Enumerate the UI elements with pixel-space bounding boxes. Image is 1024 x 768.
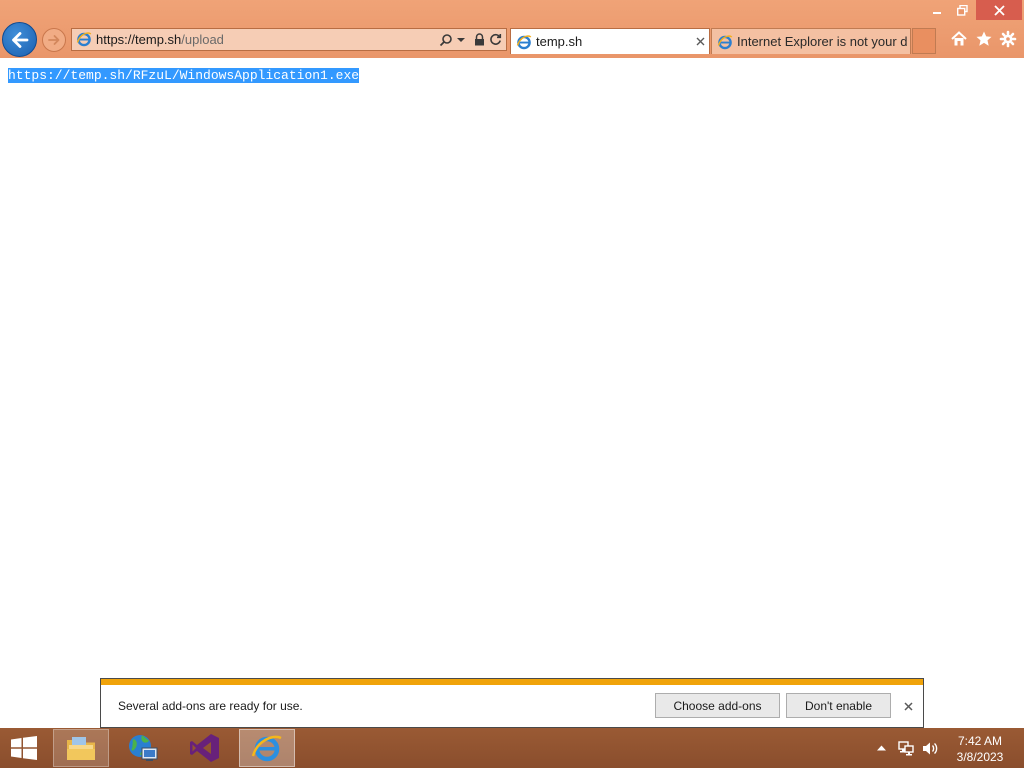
visual-studio-icon: [190, 734, 219, 762]
url-host: https://temp.sh: [96, 32, 182, 47]
dropdown-arrow-icon[interactable]: [456, 31, 466, 48]
minimize-icon: [933, 12, 941, 14]
clock-time: 7:42 AM: [957, 734, 1003, 748]
tab-temp-sh[interactable]: temp.sh: [510, 28, 710, 54]
system-clock[interactable]: 7:42 AM 3/8/2023: [945, 733, 1015, 765]
tab-title: Internet Explorer is not your de...: [737, 34, 907, 49]
tools-gear-icon[interactable]: [998, 29, 1018, 49]
selected-download-link[interactable]: https://temp.sh/RFzuL/WindowsApplication…: [8, 68, 360, 83]
notification-message: Several add-ons are ready for use.: [118, 699, 303, 713]
forward-arrow-icon: [48, 35, 60, 45]
back-arrow-icon: [11, 31, 28, 48]
address-bar[interactable]: https://temp.sh/upload: [71, 28, 507, 51]
file-explorer-taskbar-button[interactable]: [53, 729, 109, 767]
restore-icon: [956, 4, 968, 16]
windows-logo-icon: [11, 736, 37, 760]
new-tab-button[interactable]: [912, 28, 936, 54]
notification-accent-stripe: [101, 679, 923, 685]
network-taskbar-button[interactable]: [115, 729, 171, 767]
minimize-button[interactable]: [924, 0, 950, 20]
internet-explorer-taskbar-button[interactable]: [239, 729, 295, 767]
internet-explorer-icon: [251, 735, 282, 762]
lock-icon[interactable]: [473, 31, 485, 48]
tab-ie-not-default[interactable]: Internet Explorer is not your de...: [711, 28, 911, 54]
back-button[interactable]: [2, 22, 37, 57]
network-tray-icon[interactable]: [898, 740, 914, 756]
page-content: https://temp.sh/RFzuL/WindowsApplication…: [0, 58, 1024, 678]
favorites-star-icon[interactable]: [974, 29, 994, 49]
address-url[interactable]: https://temp.sh/upload: [96, 29, 224, 50]
clock-date: 3/8/2023: [956, 750, 1004, 764]
show-hidden-icons-arrow-icon[interactable]: [875, 740, 887, 756]
taskbar: 7:42 AM 3/8/2023: [0, 728, 1024, 768]
volume-icon[interactable]: [921, 740, 939, 756]
tab-close-icon[interactable]: [694, 35, 706, 47]
dont-enable-button[interactable]: Don't enable: [786, 693, 891, 718]
home-icon[interactable]: [949, 29, 969, 49]
url-path: /upload: [181, 32, 224, 47]
ie-favicon-icon: [717, 34, 733, 53]
visual-studio-taskbar-button[interactable]: [177, 729, 233, 767]
refresh-icon[interactable]: [488, 31, 502, 48]
restore-button[interactable]: [950, 0, 974, 20]
tab-title: temp.sh: [536, 34, 583, 49]
choose-addons-button[interactable]: Choose add-ons: [655, 693, 780, 718]
close-icon[interactable]: [902, 700, 914, 712]
close-window-button[interactable]: [976, 0, 1022, 20]
network-globe-icon: [129, 735, 158, 761]
start-button[interactable]: [8, 736, 40, 760]
ie-favicon-icon: [76, 31, 92, 52]
file-explorer-icon: [67, 737, 95, 760]
forward-button[interactable]: [42, 28, 66, 52]
close-icon: [993, 4, 1005, 16]
search-icon[interactable]: [438, 31, 454, 48]
addons-notification-bar: Several add-ons are ready for use. Choos…: [100, 678, 924, 728]
browser-chrome: https://temp.sh/upload temp.sh Internet …: [0, 0, 1024, 58]
ie-favicon-icon: [516, 34, 532, 53]
